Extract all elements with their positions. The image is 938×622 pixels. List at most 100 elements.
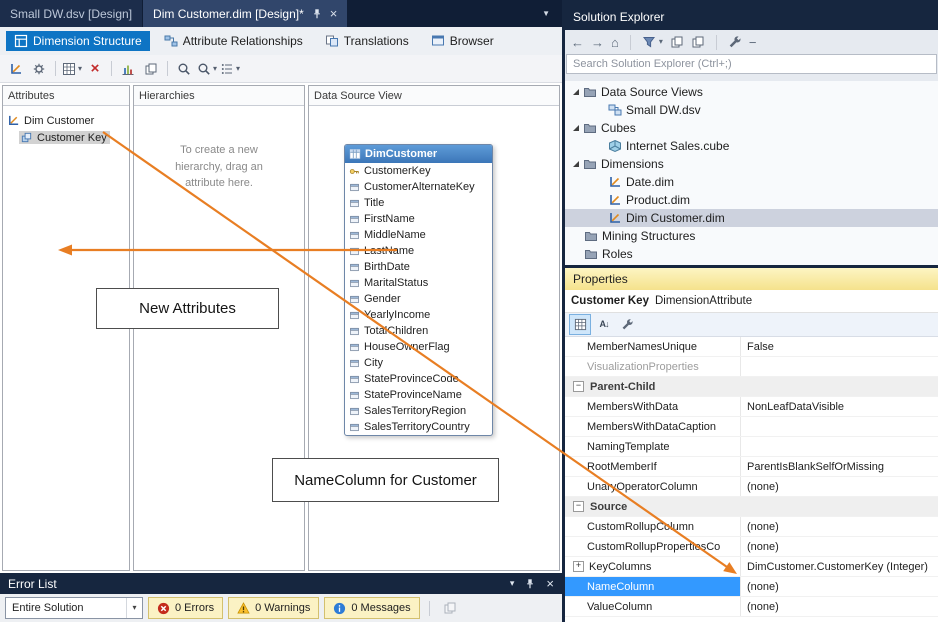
tab-translations[interactable]: Translations	[317, 31, 417, 51]
close-icon[interactable]	[330, 7, 338, 20]
table-field[interactable]: FirstName	[345, 211, 492, 227]
property-value[interactable]: ParentIsBlankSelfOrMissing	[741, 457, 938, 476]
table-field[interactable]: MiddleName	[345, 227, 492, 243]
view-type-button[interactable]	[61, 58, 83, 80]
property-value[interactable]: False	[741, 337, 938, 356]
property-row[interactable]: MemberNamesUnique False	[565, 337, 938, 357]
property-row[interactable]: UnaryOperatorColumn (none)	[565, 477, 938, 497]
property-row[interactable]: MembersWithDataCaption	[565, 417, 938, 437]
table-field[interactable]: TotalChildren	[345, 323, 492, 339]
doc-tab-small-dw[interactable]: Small DW.dsv [Design]	[0, 0, 142, 27]
dsv-canvas[interactable]: DimCustomer CustomerKey CustomerAlternat…	[309, 106, 559, 570]
property-value[interactable]: (none)	[741, 577, 938, 596]
alphabetical-button[interactable]	[594, 315, 614, 334]
property-row[interactable]: CustomRollupPropertiesCo (none)	[565, 537, 938, 557]
categorized-button[interactable]	[569, 314, 591, 335]
tree-item-product-dim[interactable]: Product.dim	[565, 191, 938, 209]
usage-chart-button[interactable]	[117, 58, 139, 80]
zoom-page-button[interactable]	[173, 58, 195, 80]
collapse-all-icon[interactable]	[670, 35, 684, 49]
property-row-keycolumns[interactable]: KeyColumns DimCustomer.CustomerKey (Inte…	[565, 557, 938, 577]
tab-attribute-relationships[interactable]: Attribute Relationships	[156, 31, 311, 51]
property-category-row[interactable]: Parent-Child	[565, 377, 938, 397]
tree-item-data-source-views[interactable]: Data Source Views	[565, 83, 938, 101]
property-row[interactable]: VisualizationProperties	[565, 357, 938, 377]
back-button[interactable]	[571, 36, 584, 49]
properties-object-selector[interactable]: Customer Key DimensionAttribute	[565, 290, 938, 313]
filter-funnel-icon[interactable]	[642, 35, 656, 49]
tree-item-cubes[interactable]: Cubes	[565, 119, 938, 137]
tree-item-roles[interactable]: Roles	[565, 245, 938, 263]
window-menu-icon[interactable]	[510, 579, 515, 588]
table-field[interactable]: Title	[345, 195, 492, 211]
table-field[interactable]: StateProvinceName	[345, 387, 492, 403]
table-field[interactable]: SalesTerritoryRegion	[345, 403, 492, 419]
property-row[interactable]: CustomRollupColumn (none)	[565, 517, 938, 537]
dimcustomer-table-header[interactable]: DimCustomer	[345, 145, 492, 163]
tab-browser[interactable]: Browser	[423, 31, 502, 51]
tree-item-small-dw-dsv[interactable]: Small DW.dsv	[565, 101, 938, 119]
forward-button[interactable]	[591, 36, 604, 49]
table-field[interactable]: BirthDate	[345, 259, 492, 275]
dimension-button[interactable]	[5, 58, 27, 80]
doc-tab-dim-customer[interactable]: Dim Customer.dim [Design]*	[143, 0, 347, 27]
scope-dropdown[interactable]: Entire Solution	[5, 597, 143, 619]
table-field[interactable]: SalesTerritoryCountry	[345, 419, 492, 435]
messages-toggle[interactable]: 0 Messages	[324, 597, 419, 619]
preview-toggle-icon[interactable]	[749, 36, 757, 49]
dimcustomer-table[interactable]: DimCustomer CustomerKey CustomerAlternat…	[344, 144, 493, 436]
table-field[interactable]: Gender	[345, 291, 492, 307]
tab-overflow-icon[interactable]	[530, 0, 562, 27]
property-value[interactable]: (none)	[741, 537, 938, 556]
expander-icon[interactable]	[573, 125, 579, 131]
attribute-node-dim-customer[interactable]: Dim Customer	[3, 112, 129, 129]
layout-button[interactable]	[219, 58, 241, 80]
pin-icon[interactable]	[311, 8, 323, 20]
property-value[interactable]: (none)	[741, 517, 938, 536]
tree-item-internet-sales-cube[interactable]: Internet Sales.cube	[565, 137, 938, 155]
property-category-row[interactable]: Source	[565, 497, 938, 517]
table-field[interactable]: StateProvinceCode	[345, 371, 492, 387]
zoom-button[interactable]	[196, 58, 218, 80]
expand-icon[interactable]	[573, 561, 584, 572]
table-field[interactable]: LastName	[345, 243, 492, 259]
table-field[interactable]: HouseOwnerFlag	[345, 339, 492, 355]
property-value[interactable]	[741, 437, 938, 456]
chevron-down-icon[interactable]	[659, 38, 663, 46]
property-pages-button[interactable]	[617, 315, 637, 334]
table-field[interactable]: City	[345, 355, 492, 371]
sync-icon[interactable]	[691, 35, 705, 49]
search-input[interactable]	[566, 54, 937, 74]
tree-item-date-dim[interactable]: Date.dim	[565, 173, 938, 191]
property-value[interactable]	[741, 357, 938, 376]
collapse-icon[interactable]	[573, 501, 584, 512]
table-field[interactable]: YearlyIncome	[345, 307, 492, 323]
attribute-node-customer-key[interactable]: Customer Key	[3, 129, 129, 146]
property-row[interactable]: ValueColumn (none)	[565, 597, 938, 617]
property-value[interactable]: NonLeafDataVisible	[741, 397, 938, 416]
expander-icon[interactable]	[573, 161, 579, 167]
property-row[interactable]: MembersWithData NonLeafDataVisible	[565, 397, 938, 417]
home-button[interactable]	[611, 36, 619, 49]
tree-item-dim-customer-dim[interactable]: Dim Customer.dim	[565, 209, 938, 227]
tree-item-mining-structures[interactable]: Mining Structures	[565, 227, 938, 245]
table-field[interactable]: MaritalStatus	[345, 275, 492, 291]
expander-icon[interactable]	[573, 89, 579, 95]
wrench-icon[interactable]	[728, 35, 742, 49]
delete-button[interactable]	[84, 58, 106, 80]
tree-item-dimensions[interactable]: Dimensions	[565, 155, 938, 173]
table-field[interactable]: CustomerAlternateKey	[345, 179, 492, 195]
tab-dimension-structure[interactable]: Dimension Structure	[6, 31, 150, 51]
property-value[interactable]	[741, 417, 938, 436]
table-field[interactable]: CustomerKey	[345, 163, 492, 179]
pin-icon[interactable]	[524, 578, 536, 590]
collapse-icon[interactable]	[573, 381, 584, 392]
diagram-button[interactable]	[140, 58, 162, 80]
property-row[interactable]: NamingTemplate	[565, 437, 938, 457]
property-row-namecolumn[interactable]: NameColumn (none)	[565, 577, 938, 597]
close-icon[interactable]	[546, 577, 554, 590]
property-row[interactable]: RootMemberIf ParentIsBlankSelfOrMissing	[565, 457, 938, 477]
errors-toggle[interactable]: 0 Errors	[148, 597, 223, 619]
property-value[interactable]: (none)	[741, 597, 938, 616]
process-button[interactable]	[28, 58, 50, 80]
